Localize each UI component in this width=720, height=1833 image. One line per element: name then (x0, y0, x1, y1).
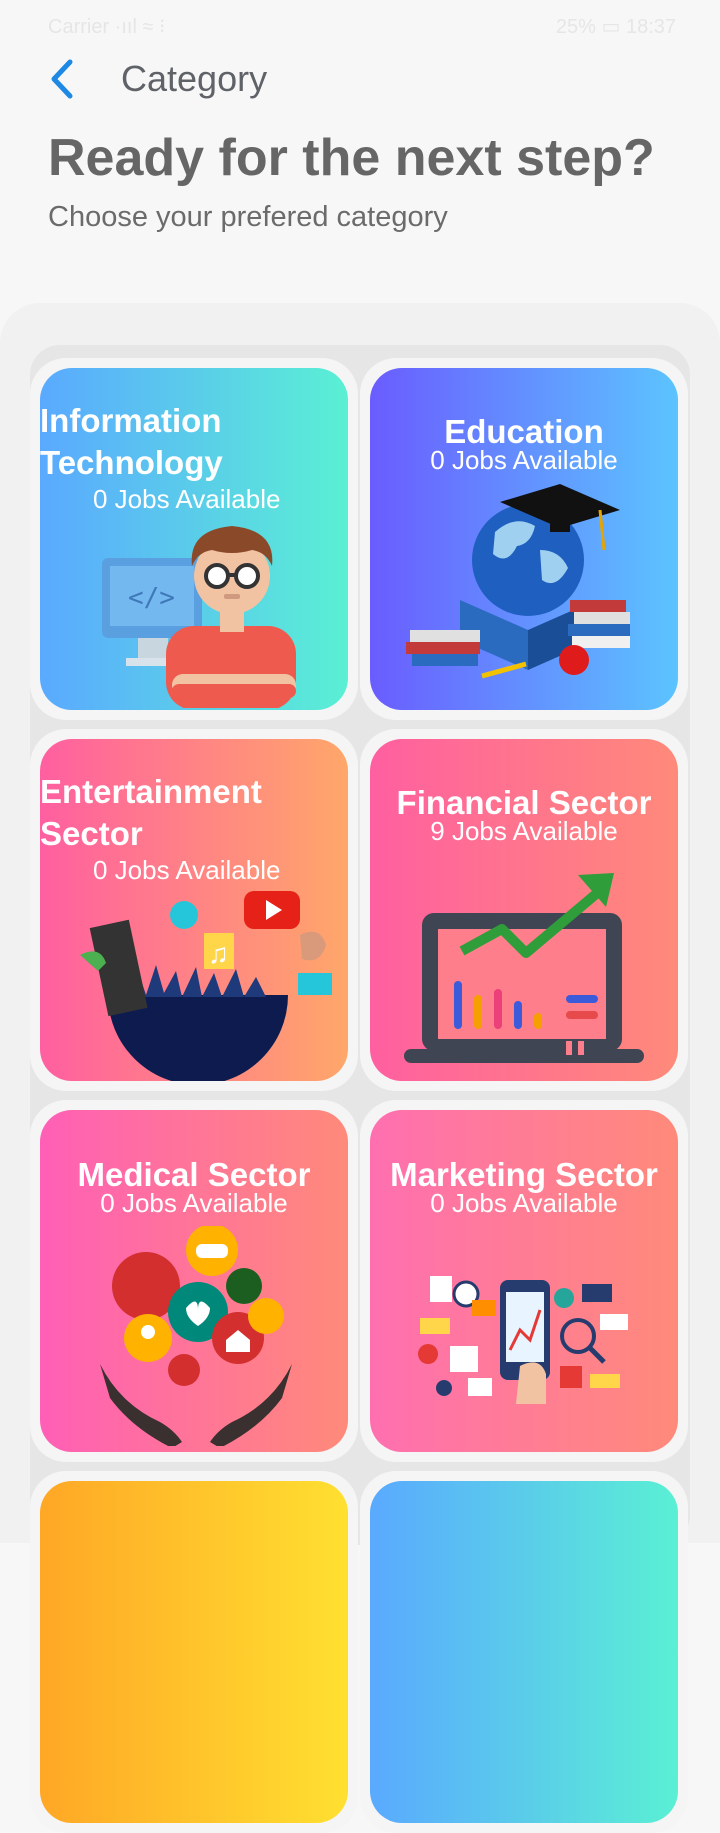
category-card-education[interactable]: Education 0 Jobs Available (370, 368, 678, 710)
category-card-wrapper: Education 0 Jobs Available (360, 358, 688, 720)
svg-text:</>: </> (128, 583, 175, 613)
svg-text:♫: ♫ (208, 938, 229, 969)
developer-illustration-icon: </> (102, 526, 296, 708)
category-card-wrapper: Medical Sector 0 Jobs Available (30, 1100, 358, 1462)
category-title-line: Technology (40, 444, 223, 481)
entertainment-collage-illustration-icon: ♫ (80, 891, 332, 1081)
jobs-count: 9 Jobs Available (430, 816, 618, 846)
category-card-wrapper (360, 1471, 688, 1833)
category-card-wrapper: Marketing Sector 0 Jobs Available (360, 1100, 688, 1462)
category-card-medical[interactable]: Medical Sector 0 Jobs Available (40, 1110, 348, 1452)
headline: Ready for the next step? (48, 129, 655, 187)
category-card-information-technology[interactable]: Information Technology 0 Jobs Available … (40, 368, 348, 710)
category-card-wrapper: Information Technology 0 Jobs Available … (30, 358, 358, 720)
healthcare-hands-illustration-icon (100, 1226, 292, 1446)
status-left: Carrier ·ııl ≈ ⁝ (48, 16, 166, 38)
category-card-wrapper (30, 1471, 358, 1833)
globe-graduation-illustration-icon (406, 484, 630, 679)
category-title: Entertainment Sector (40, 771, 262, 855)
category-title-line: Entertainment (40, 773, 262, 810)
back-button[interactable] (44, 54, 84, 104)
jobs-count: 0 Jobs Available (100, 1188, 288, 1218)
subheadline: Choose your prefered category (48, 201, 448, 233)
status-right: 25% ▭ 18:37 (555, 16, 676, 38)
growth-chart-laptop-illustration-icon (404, 873, 644, 1063)
category-card-wrapper: Financial Sector 9 Jobs Available (360, 729, 688, 1091)
category-card-entertainment[interactable]: Entertainment Sector 0 Jobs Available ♫ (40, 739, 348, 1081)
category-title-line: Sector (40, 815, 143, 852)
chevron-left-icon (51, 59, 73, 99)
digital-marketing-illustration-icon (418, 1276, 628, 1404)
jobs-count: 0 Jobs Available (430, 1188, 618, 1218)
category-card-partial[interactable] (370, 1481, 678, 1823)
jobs-count: 0 Jobs Available (93, 484, 281, 514)
category-card-partial[interactable] (40, 1481, 348, 1823)
page-title: Category (121, 58, 268, 99)
category-card-wrapper: Entertainment Sector 0 Jobs Available ♫ (30, 729, 358, 1091)
status-bar: Carrier ·ııl ≈ ⁝ 25% ▭ 18:37 (0, 0, 720, 44)
category-card-marketing[interactable]: Marketing Sector 0 Jobs Available (370, 1110, 678, 1452)
jobs-count: 0 Jobs Available (430, 445, 618, 475)
category-title: Information Technology (40, 400, 223, 484)
category-card-financial[interactable]: Financial Sector 9 Jobs Available (370, 739, 678, 1081)
category-title-line: Information (40, 402, 222, 439)
jobs-count: 0 Jobs Available (93, 855, 281, 885)
